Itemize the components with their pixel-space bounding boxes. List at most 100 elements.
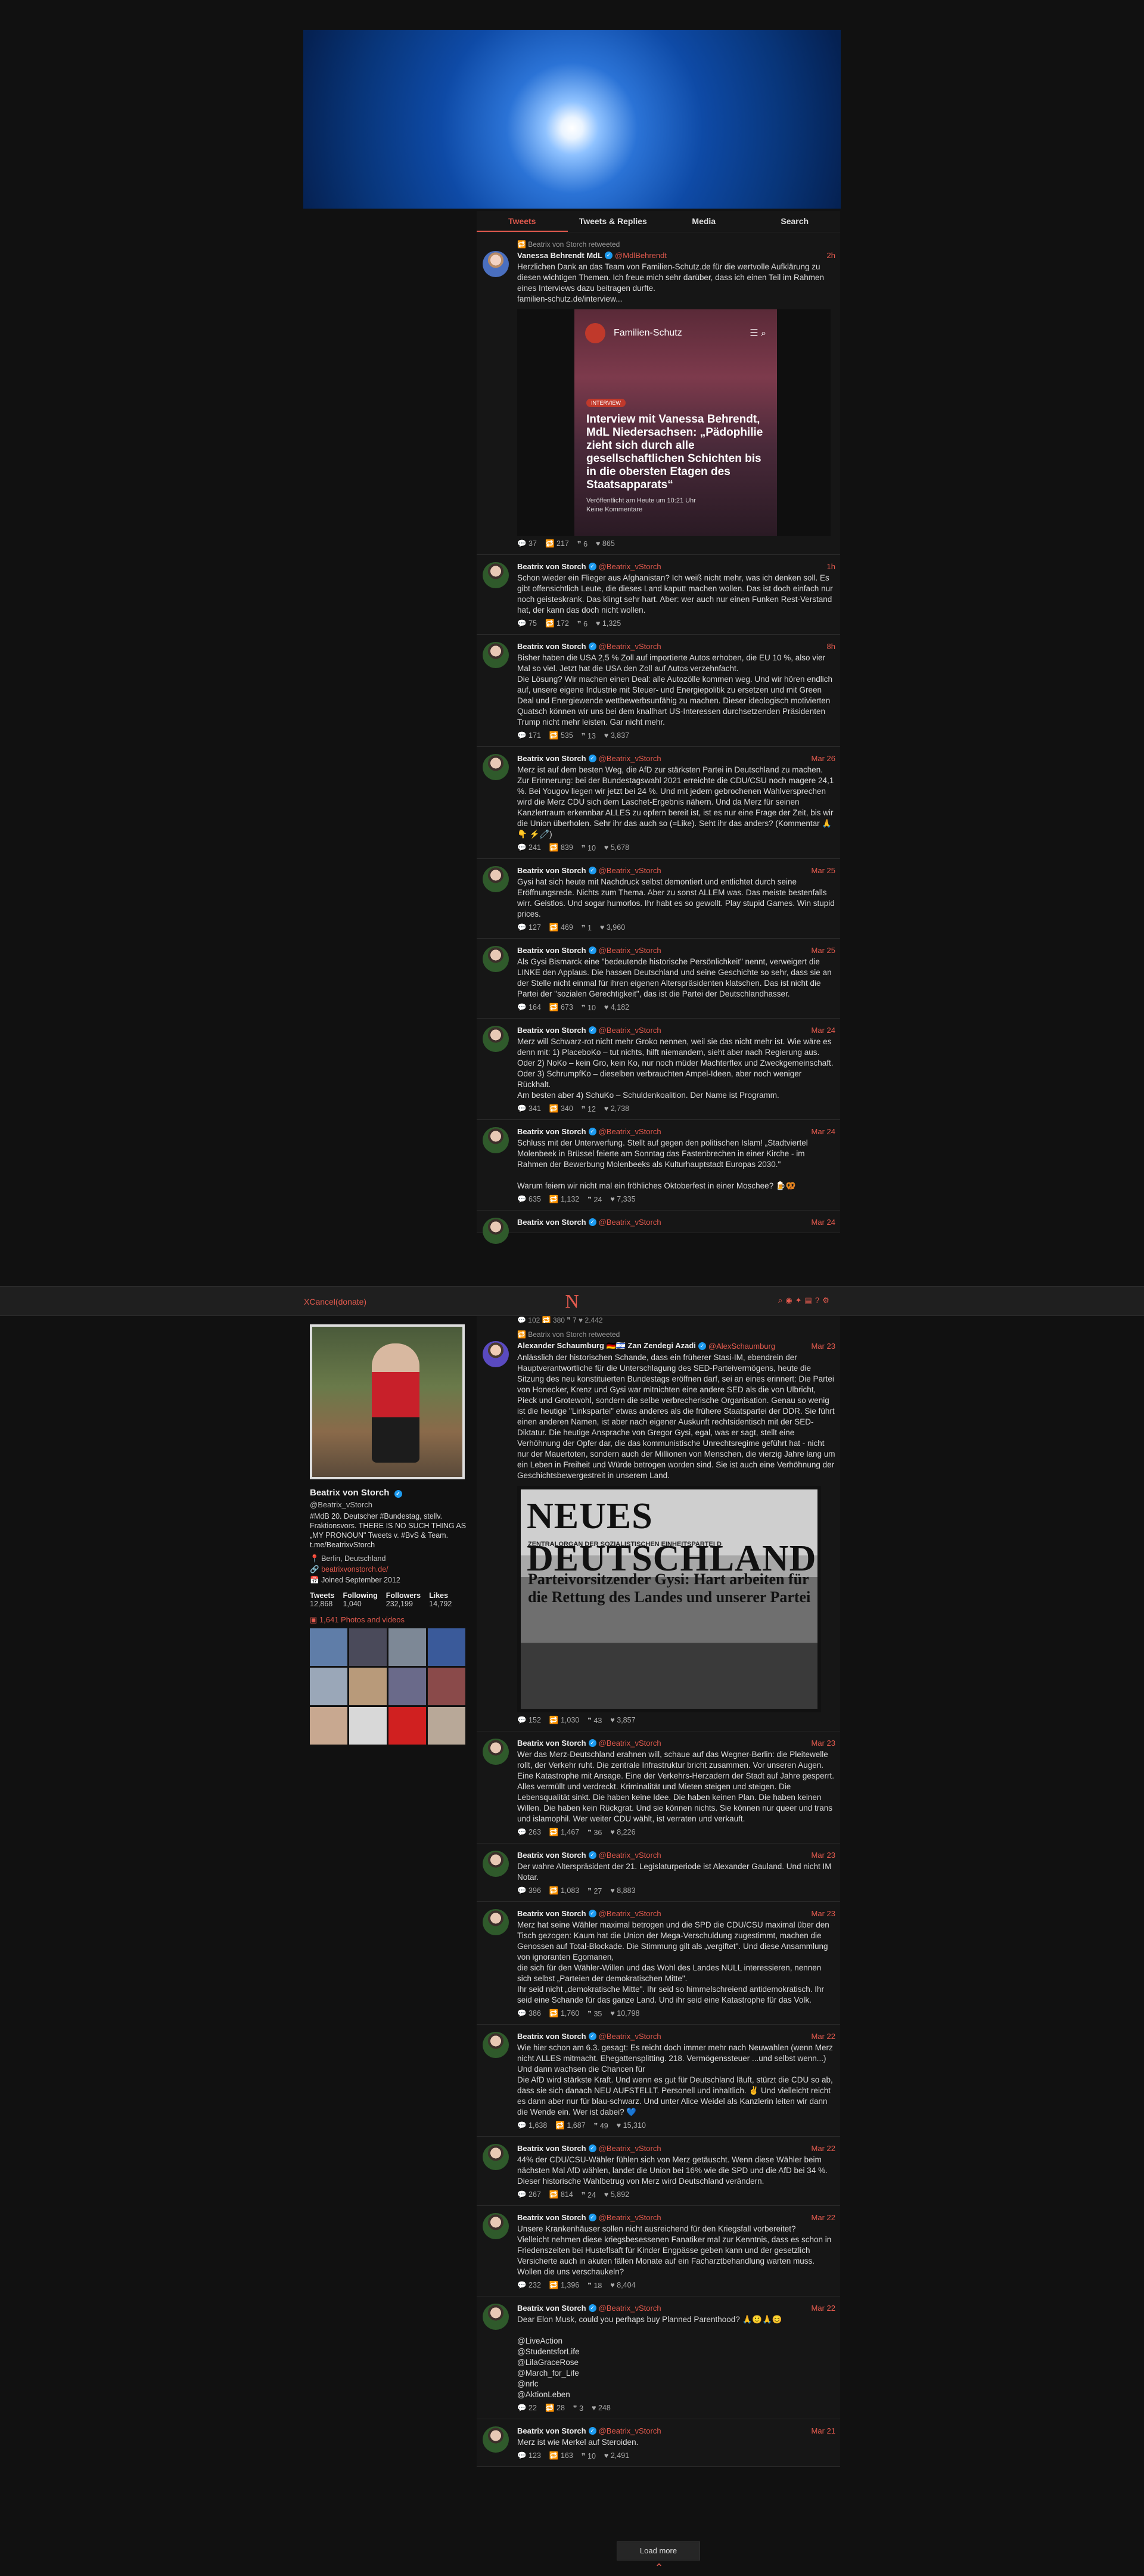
tweet-date[interactable]: Mar 23 [812,1909,835,1918]
retweet-stat[interactable]: 🔁 839 [549,843,573,852]
avatar[interactable] [483,2144,509,2170]
tab-search[interactable]: Search [750,211,841,232]
tweet[interactable]: 🔁 Beatrix von Storch retweeted Vanessa Be… [477,233,840,555]
like-stat[interactable]: ♥ 2,491 [604,2451,629,2460]
reply-stat[interactable]: 💬 263 [517,1828,541,1837]
tweet[interactable]: 🔁 Beatrix von Storch retweeted Alexander … [477,1323,840,1731]
tab-media[interactable]: Media [658,211,750,232]
profile-stat-likes[interactable]: Likes 14,792 [429,1591,452,1608]
tweet-author[interactable]: Beatrix von Storch [517,642,586,651]
profile-picture[interactable] [310,1324,465,1479]
avatar[interactable] [483,2304,509,2330]
profile-stat-tweets[interactable]: Tweets 12,868 [310,1591,334,1608]
tweet-handle[interactable]: @Beatrix_vStorch [599,1127,661,1136]
tweet-author[interactable]: Beatrix von Storch [517,1127,586,1136]
reply-stat[interactable]: 💬 152 [517,1716,541,1725]
avatar[interactable] [483,1341,509,1367]
retweet-stat[interactable]: 🔁 1,687 [555,2121,585,2130]
tweet[interactable]: Beatrix von Storch ✓ @Beatrix_vStorch Mar 2… [477,2137,840,2206]
tweet-date[interactable]: Mar 22 [812,2304,835,2313]
media-thumb[interactable] [388,1668,426,1705]
tweet[interactable]: Beatrix von Storch ✓ @Beatrix_vStorch Mar 2… [477,1211,840,1244]
like-stat[interactable]: ♥ 8,883 [610,1886,635,1895]
tweet-date[interactable]: Mar 23 [812,1851,835,1860]
tweet-handle[interactable]: @Beatrix_vStorch [599,946,661,955]
avatar[interactable] [483,2213,509,2239]
tweet[interactable]: Beatrix von Storch ✓ @Beatrix_vStorch Mar 2… [477,2206,840,2296]
photos-link[interactable]: ▣ 1,641 Photos and videos [310,1615,468,1625]
tweet-author[interactable]: Beatrix von Storch [517,562,586,571]
retweet-stat[interactable]: 🔁 163 [549,2451,573,2460]
tweet[interactable]: Beatrix von Storch ✓ @Beatrix_vStorch Mar 2… [477,2419,840,2467]
media-thumb[interactable] [428,1707,465,1745]
tweet-author[interactable]: Beatrix von Storch [517,946,586,955]
avatar[interactable] [483,642,509,668]
retweet-stat[interactable]: 🔁 1,396 [549,2281,579,2290]
retweet-stat[interactable]: 🔁 1,083 [549,1886,579,1895]
tweet-date[interactable]: Mar 24 [812,1026,835,1035]
tweet-date[interactable]: Mar 22 [812,2213,835,2222]
avatar[interactable] [483,562,509,588]
avatar[interactable] [483,2032,509,2058]
like-stat[interactable]: ♥ 2,738 [604,1104,629,1113]
like-stat[interactable]: ♥ 8,404 [610,2281,635,2290]
tweet-date[interactable]: Mar 24 [812,1127,835,1136]
reply-stat[interactable]: 💬 75 [517,619,537,628]
tweet-author[interactable]: Beatrix von Storch [517,2032,586,2041]
like-stat[interactable]: ♥ 7,335 [610,1195,635,1204]
avatar[interactable] [483,754,509,780]
tweet-author[interactable]: Beatrix von Storch [517,1026,586,1035]
quote-stat[interactable]: ❞ 43 [587,1716,602,1725]
tweet-date[interactable]: Mar 23 [812,1342,835,1351]
retweet-stat[interactable]: 🔁 1,030 [549,1716,579,1725]
rss-icon[interactable]: ◉ [785,1296,792,1305]
tweet-image[interactable]: NEUES DEUTSCHLAND ZENTRALORGAN DER SOZIAL… [517,1486,821,1712]
tweet[interactable]: Beatrix von Storch ✓ @Beatrix_vStorch Mar 2… [477,1019,840,1120]
quote-stat[interactable]: ❞ 35 [587,2009,602,2018]
media-thumb[interactable] [349,1628,387,1666]
tweet-handle[interactable]: @Beatrix_vStorch [599,1026,661,1035]
tweet-handle[interactable]: @Beatrix_vStorch [599,866,661,875]
tweet-author[interactable]: Beatrix von Storch [517,1739,586,1748]
retweet-stat[interactable]: 🔁 673 [549,1003,573,1012]
tweet-author[interactable]: Beatrix von Storch [517,2213,586,2222]
tweet-date[interactable]: Mar 23 [812,1739,835,1748]
reply-stat[interactable]: 💬 22 [517,2404,537,2413]
tweet-handle[interactable]: @Beatrix_vStorch [599,1739,661,1748]
avatar[interactable] [483,1218,509,1244]
tweet-date[interactable]: Mar 24 [812,1218,835,1227]
media-thumb[interactable] [388,1628,426,1666]
quote-stat[interactable]: ❞ 10 [582,2451,596,2460]
tweet-date[interactable]: Mar 22 [812,2032,835,2041]
media-thumb[interactable] [428,1628,465,1666]
tweet-handle[interactable]: @Beatrix_vStorch [599,562,661,571]
reply-stat[interactable]: 💬 396 [517,1886,541,1895]
search-icon[interactable]: ⌕ [778,1296,782,1305]
twitter-icon[interactable]: ✦ [795,1296,802,1305]
like-stat[interactable]: ♥ 865 [596,539,615,548]
tweet-author[interactable]: Beatrix von Storch [517,754,586,763]
reply-stat[interactable]: 💬 1,638 [517,2121,547,2130]
brand-link[interactable]: XCancel(donate) [304,1297,366,1306]
nitter-logo[interactable]: N [562,1292,582,1311]
tweet-author[interactable]: Beatrix von Storch [517,1909,586,1918]
like-stat[interactable]: ♥ 8,226 [610,1828,635,1837]
link-card[interactable]: Familien-Schutz ☰ ⌕ INTERVIEW Interview mit… [517,309,831,536]
tweet-author[interactable]: Beatrix von Storch [517,1218,586,1227]
tweet[interactable]: Beatrix von Storch ✓ @Beatrix_vStorch Mar 2… [477,939,840,1019]
retweet-stat[interactable]: 🔁 217 [545,539,569,548]
avatar[interactable] [483,1909,509,1935]
retweet-stat[interactable]: 🔁 535 [549,731,573,740]
tweet[interactable]: Beatrix von Storch ✓ @Beatrix_vStorch 8h Bis… [477,635,840,747]
load-more-button[interactable]: Load more [617,2541,700,2561]
tweet[interactable]: Beatrix von Storch ✓ @Beatrix_vStorch Mar 2… [477,2296,840,2419]
tweet-date[interactable]: Mar 21 [812,2426,835,2435]
reply-stat[interactable]: 💬 341 [517,1104,541,1113]
tab-tweets-replies[interactable]: Tweets & Replies [568,211,659,232]
media-thumb[interactable] [310,1668,347,1705]
media-thumb[interactable] [349,1707,387,1745]
avatar[interactable] [483,2426,509,2453]
quote-stat[interactable]: ❞ 24 [587,1195,602,1204]
tweet-date[interactable]: Mar 25 [812,946,835,955]
profile-stat-followers[interactable]: Followers 232,199 [386,1591,421,1608]
